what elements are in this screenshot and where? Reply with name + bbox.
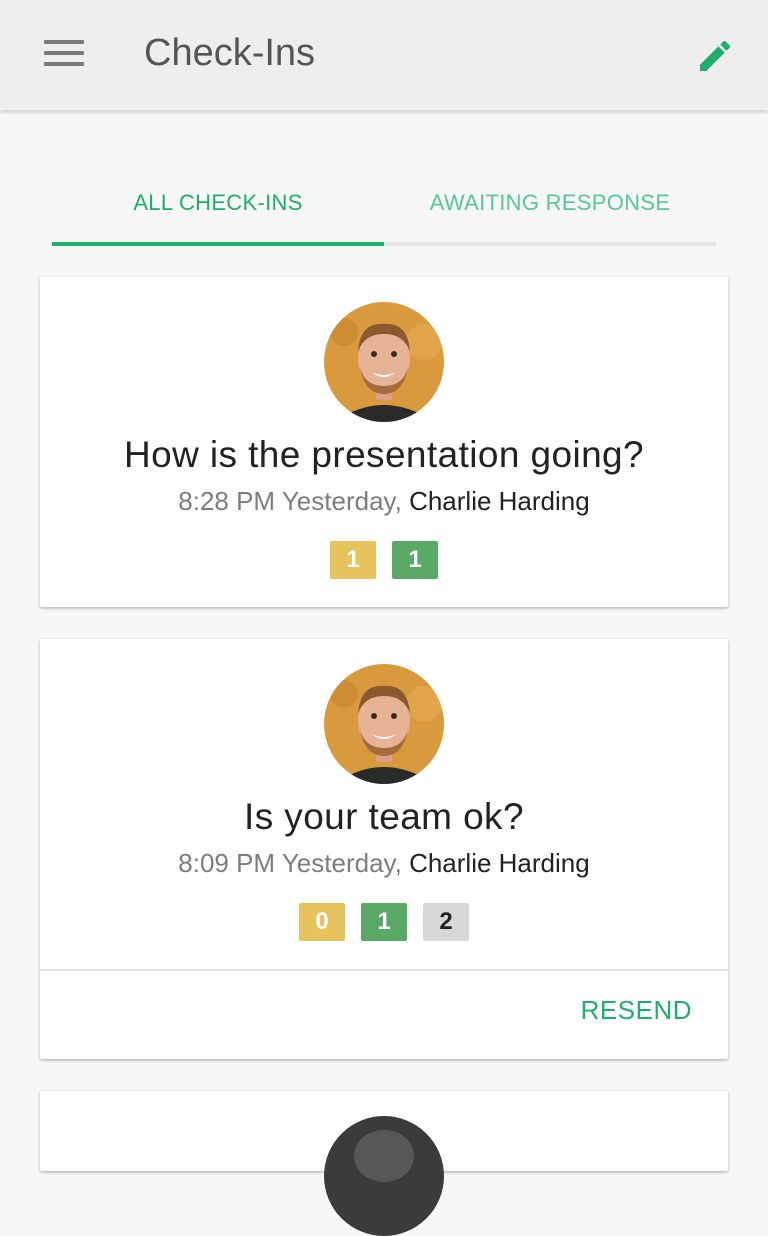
responded-count-badge: 1	[392, 541, 438, 579]
avatar	[324, 1116, 444, 1236]
check-in-card[interactable]: How is the presentation going? 8:28 PM Y…	[40, 277, 728, 607]
avatar	[324, 302, 444, 422]
check-in-meta: 8:28 PM Yesterday, Charlie Harding	[40, 486, 728, 517]
avatar	[324, 664, 444, 784]
check-in-question: How is the presentation going?	[123, 434, 645, 475]
check-in-time: 8:28 PM Yesterday,	[178, 486, 402, 516]
check-in-question: Is your team ok?	[244, 796, 524, 837]
response-badges: 1 1	[40, 541, 728, 579]
tab-all-check-ins[interactable]: ALL CHECK-INS	[52, 168, 384, 238]
tab-awaiting-response[interactable]: AWAITING RESPONSE	[384, 168, 716, 238]
page-title: Check-Ins	[144, 32, 316, 74]
responded-count-badge: 1	[361, 903, 407, 941]
card-divider	[40, 969, 728, 971]
pending-count-badge: 0	[299, 903, 345, 941]
check-in-card[interactable]	[40, 1091, 728, 1236]
check-in-time: 8:09 PM Yesterday,	[178, 848, 402, 878]
resend-button[interactable]: RESEND	[581, 995, 692, 1026]
check-in-author: Charlie Harding	[409, 486, 590, 516]
pencil-icon[interactable]	[695, 36, 735, 76]
check-in-meta: 8:09 PM Yesterday, Charlie Harding	[40, 848, 728, 879]
unanswered-count-badge: 2	[423, 903, 469, 941]
pending-count-badge: 1	[330, 541, 376, 579]
check-in-author: Charlie Harding	[409, 848, 590, 878]
tab-indicator	[52, 242, 384, 246]
check-in-card[interactable]: Is your team ok? 8:09 PM Yesterday, Char…	[40, 639, 728, 1059]
hamburger-menu-icon[interactable]	[44, 38, 84, 68]
app-bar: Check-Ins	[0, 0, 768, 110]
response-badges: 0 1 2	[40, 903, 728, 941]
tab-bar: ALL CHECK-INS AWAITING RESPONSE	[52, 168, 716, 248]
